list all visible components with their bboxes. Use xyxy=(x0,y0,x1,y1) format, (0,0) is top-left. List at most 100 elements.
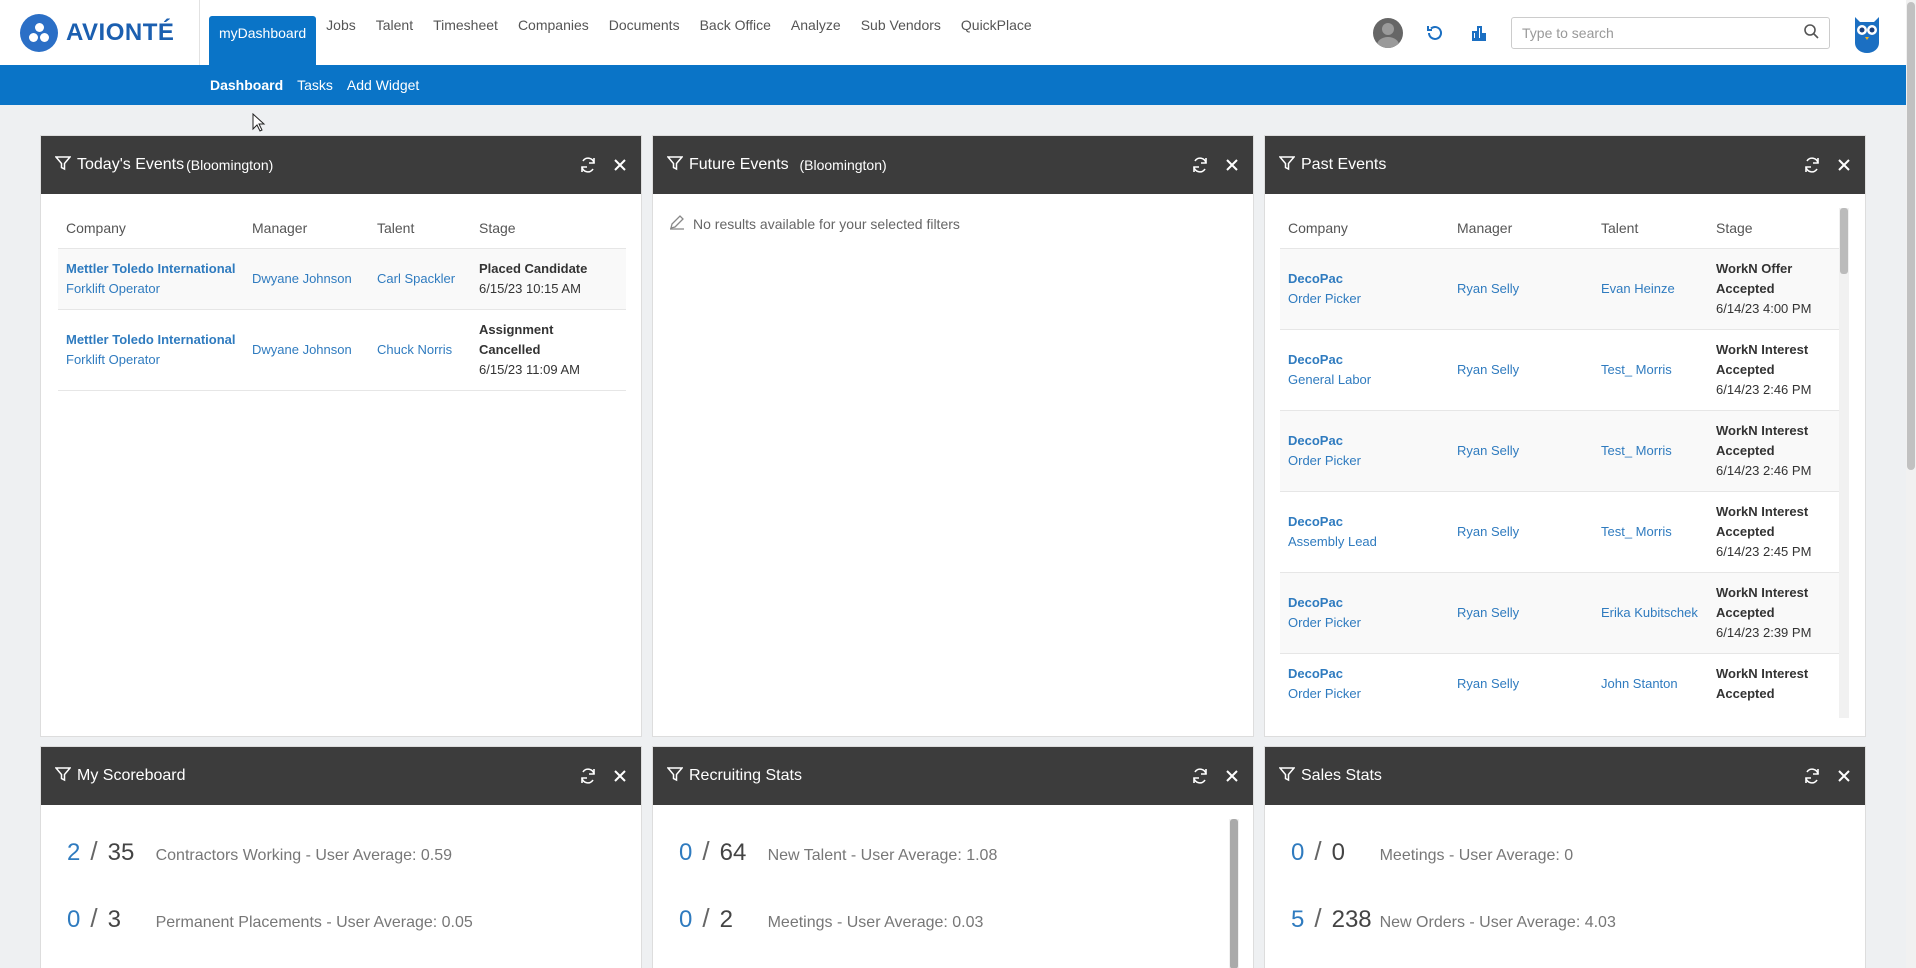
widget-title: Future Events xyxy=(689,156,789,173)
brand-logo[interactable]: AVIONTÉ xyxy=(0,0,200,65)
nav-item-sub-vendors[interactable]: Sub Vendors xyxy=(851,0,951,49)
stat-row: 0 / 0 Meetings - User Average: 0 xyxy=(1265,836,1865,903)
manager-link[interactable]: Ryan Selly xyxy=(1457,443,1519,458)
talent-link[interactable]: Test_ Morris xyxy=(1601,443,1672,458)
stat-separator: / xyxy=(1314,836,1322,866)
talent-link[interactable]: Carl Spackler xyxy=(377,271,455,286)
owl-assistant-icon[interactable] xyxy=(1852,13,1882,53)
refresh-icon[interactable] xyxy=(1803,767,1821,785)
close-icon[interactable] xyxy=(1225,158,1239,172)
search-icon[interactable] xyxy=(1803,23,1819,42)
filter-icon[interactable] xyxy=(1278,155,1296,176)
user-avatar[interactable] xyxy=(1373,17,1403,48)
manager-link[interactable]: Dwyane Johnson xyxy=(252,271,352,286)
nav-item-timesheet[interactable]: Timesheet xyxy=(423,0,508,49)
position-link[interactable]: Order Picker xyxy=(1288,453,1361,468)
stat-separator: / xyxy=(1314,903,1322,933)
manager-link[interactable]: Ryan Selly xyxy=(1457,605,1519,620)
scrollbar-thumb[interactable] xyxy=(1840,208,1848,274)
close-icon[interactable] xyxy=(613,769,627,783)
close-icon[interactable] xyxy=(613,158,627,172)
stat-value[interactable]: 0 xyxy=(679,906,692,934)
talent-link[interactable]: Evan Heinze xyxy=(1601,281,1675,296)
filter-icon[interactable] xyxy=(666,155,684,176)
scrollbar-thumb[interactable] xyxy=(1230,819,1238,968)
page-scrollbar[interactable] xyxy=(1906,0,1916,968)
company-link[interactable]: DecoPac xyxy=(1288,271,1343,286)
nav-item-mydashboard[interactable]: myDashboard xyxy=(209,16,317,65)
refresh-icon[interactable] xyxy=(579,767,597,785)
filter-icon[interactable] xyxy=(54,766,72,787)
manager-link[interactable]: Dwyane Johnson xyxy=(252,342,352,357)
nav-item-talent[interactable]: Talent xyxy=(366,0,423,49)
refresh-icon[interactable] xyxy=(579,156,597,174)
stat-value[interactable]: 0 xyxy=(679,839,692,867)
widget-header: Today's Events (Bloomington) xyxy=(41,136,641,194)
manager-link[interactable]: Ryan Selly xyxy=(1457,281,1519,296)
subnav-dashboard[interactable]: Dashboard xyxy=(210,77,283,93)
company-link[interactable]: Mettler Toledo International xyxy=(66,261,236,276)
subnav-tasks[interactable]: Tasks xyxy=(297,77,333,93)
position-link[interactable]: Forklift Operator xyxy=(66,352,160,367)
table-row: DecoPac Order Picker Ryan Selly Erika Kub… xyxy=(1280,572,1839,654)
position-link[interactable]: Order Picker xyxy=(1288,291,1361,306)
stat-label: New Talent - User Average: 1.08 xyxy=(767,847,998,864)
stat-value[interactable]: 0 xyxy=(67,906,80,934)
company-link[interactable]: DecoPac xyxy=(1288,514,1343,529)
position-link[interactable]: Forklift Operator xyxy=(66,281,160,296)
position-link[interactable]: General Labor xyxy=(1288,372,1371,387)
nav-item-jobs[interactable]: Jobs xyxy=(316,0,366,49)
column-header: Talent xyxy=(369,194,471,249)
position-link[interactable]: Assembly Lead xyxy=(1288,534,1377,549)
nav-item-analyze[interactable]: Analyze xyxy=(781,0,851,49)
talent-link[interactable]: John Stanton xyxy=(1601,676,1678,691)
talent-link[interactable]: Erika Kubitschek xyxy=(1601,605,1698,620)
stage-date: 6/14/23 2:45 PM xyxy=(1716,544,1812,559)
my-scoreboard-widget: My Scoreboard 2 / 35 Contractors Working - … xyxy=(40,746,642,968)
talent-link[interactable]: Test_ Morris xyxy=(1601,524,1672,539)
filter-icon[interactable] xyxy=(54,155,72,176)
close-icon[interactable] xyxy=(1837,769,1851,783)
company-link[interactable]: DecoPac xyxy=(1288,666,1343,681)
position-link[interactable]: Order Picker xyxy=(1288,615,1361,630)
stat-row: 2 / 35 Contractors Working - User Average: … xyxy=(41,836,641,903)
refresh-icon[interactable] xyxy=(1803,156,1821,174)
todays-events-table: Company Manager Talent Stage Mettler Tol… xyxy=(58,194,626,391)
refresh-icon[interactable] xyxy=(1191,767,1209,785)
close-icon[interactable] xyxy=(1837,158,1851,172)
nav-item-back-office[interactable]: Back Office xyxy=(690,0,781,49)
company-link[interactable]: DecoPac xyxy=(1288,433,1343,448)
stat-value[interactable]: 2 xyxy=(67,839,80,867)
stat-value[interactable]: 0 xyxy=(1291,839,1304,867)
manager-link[interactable]: Ryan Selly xyxy=(1457,676,1519,691)
column-header: Company xyxy=(1280,194,1449,249)
widget-title: Recruiting Stats xyxy=(689,767,802,784)
mouse-cursor-icon xyxy=(252,112,266,136)
recruiting-scrollbar[interactable] xyxy=(1229,819,1239,968)
company-link[interactable]: DecoPac xyxy=(1288,352,1343,367)
company-link[interactable]: DecoPac xyxy=(1288,595,1343,610)
history-icon[interactable] xyxy=(1423,21,1447,45)
subnav-add-widget[interactable]: Add Widget xyxy=(347,77,419,93)
manager-link[interactable]: Ryan Selly xyxy=(1457,524,1519,539)
nav-item-quickplace[interactable]: QuickPlace xyxy=(951,0,1042,49)
stat-separator: / xyxy=(702,836,710,866)
nav-item-documents[interactable]: Documents xyxy=(599,0,690,49)
analytics-chart-icon[interactable] xyxy=(1467,21,1491,45)
search-input[interactable] xyxy=(1522,24,1803,41)
position-link[interactable]: Order Picker xyxy=(1288,686,1361,701)
refresh-icon[interactable] xyxy=(1191,156,1209,174)
stat-value[interactable]: 5 xyxy=(1291,906,1304,934)
nav-item-companies[interactable]: Companies xyxy=(508,0,599,49)
talent-link[interactable]: Test_ Morris xyxy=(1601,362,1672,377)
company-link[interactable]: Mettler Toledo International xyxy=(66,332,236,347)
past-events-scrollbar[interactable] xyxy=(1839,208,1849,718)
talent-link[interactable]: Chuck Norris xyxy=(377,342,452,357)
page-scrollbar-thumb[interactable] xyxy=(1907,2,1915,470)
filter-icon[interactable] xyxy=(666,766,684,787)
past-events-scroll-area[interactable]: Company Manager Talent Stage DecoPac Orde… xyxy=(1265,194,1865,704)
manager-link[interactable]: Ryan Selly xyxy=(1457,362,1519,377)
close-icon[interactable] xyxy=(1225,769,1239,783)
filter-icon[interactable] xyxy=(1278,766,1296,787)
stage-label: WorkN Interest Accepted xyxy=(1716,504,1809,539)
